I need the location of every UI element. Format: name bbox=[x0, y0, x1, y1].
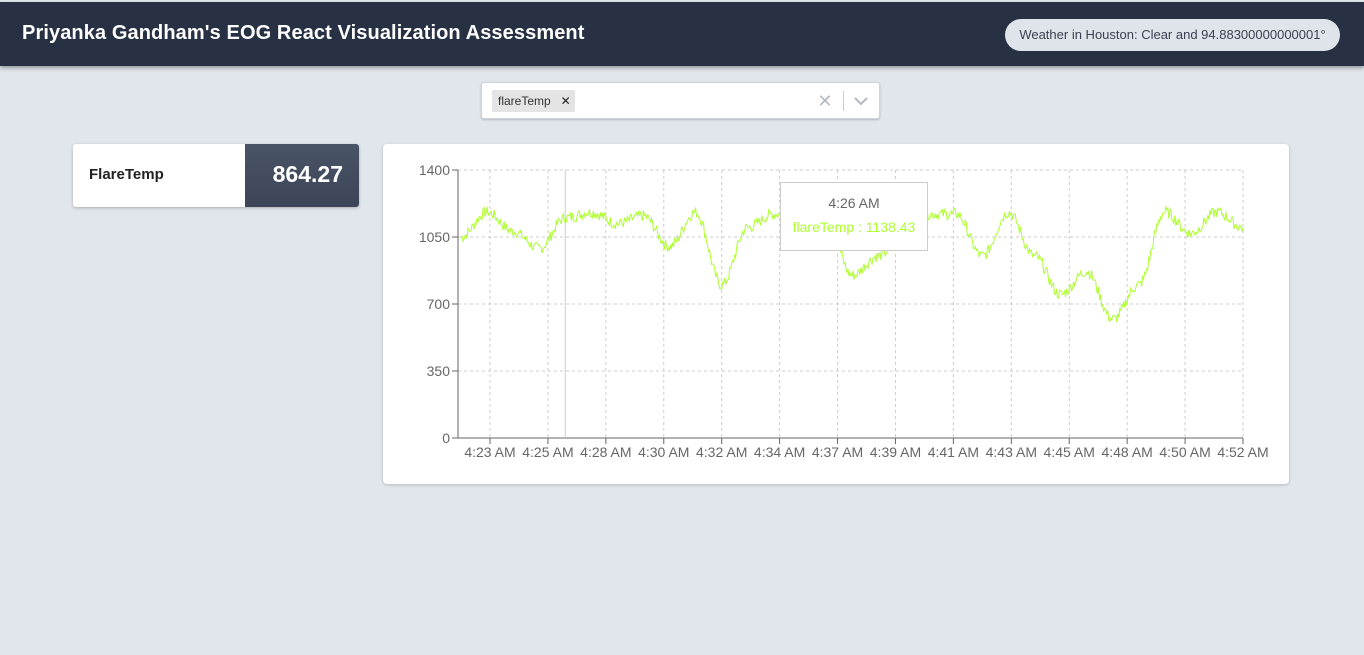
chart-tooltip: 4:26 AM flareTemp : 1138.43 bbox=[780, 182, 928, 251]
clear-icon[interactable]: ✕ bbox=[815, 90, 835, 112]
y-tick-label: 1050 bbox=[419, 229, 450, 245]
x-tick-label: 4:34 AM bbox=[754, 444, 805, 460]
app-header: Priyanka Gandham's EOG React Visualizati… bbox=[0, 2, 1364, 66]
close-icon[interactable]: ✕ bbox=[557, 90, 575, 112]
x-tick-label: 4:43 AM bbox=[986, 444, 1037, 460]
selected-metric-label: flareTemp bbox=[498, 94, 551, 108]
x-tick-label: 4:41 AM bbox=[928, 444, 979, 460]
metric-card: FlareTemp 864.27 bbox=[73, 144, 359, 207]
metric-select[interactable]: flareTemp ✕ ✕ bbox=[481, 82, 880, 119]
y-tick-label: 350 bbox=[427, 363, 451, 379]
x-tick-label: 4:45 AM bbox=[1044, 444, 1095, 460]
app-title: Priyanka Gandham's EOG React Visualizati… bbox=[22, 22, 585, 44]
x-tick-label: 4:37 AM bbox=[812, 444, 863, 460]
x-tick-label: 4:30 AM bbox=[638, 444, 689, 460]
chevron-down-icon[interactable] bbox=[850, 91, 872, 111]
x-tick-label: 4:39 AM bbox=[870, 444, 921, 460]
x-tick-label: 4:50 AM bbox=[1159, 444, 1210, 460]
x-tick-label: 4:32 AM bbox=[696, 444, 747, 460]
y-tick-label: 0 bbox=[442, 430, 450, 446]
tooltip-time: 4:26 AM bbox=[828, 195, 880, 211]
metric-value: 864.27 bbox=[272, 161, 343, 187]
x-tick-label: 4:25 AM bbox=[522, 444, 573, 460]
metric-name: FlareTemp bbox=[89, 166, 164, 183]
y-tick-label: 700 bbox=[427, 296, 451, 312]
x-tick-label: 4:23 AM bbox=[464, 444, 515, 460]
chart-card: 0 350 700 1050 1400 4:23 AM 4:25 AM 4:28 AM 4:30… bbox=[383, 144, 1289, 484]
selected-metric-chip: flareTemp ✕ bbox=[492, 90, 575, 112]
y-tick-label: 1400 bbox=[419, 162, 450, 178]
tooltip-value: flareTemp : 1138.43 bbox=[792, 219, 916, 235]
x-tick-label: 4:28 AM bbox=[580, 444, 631, 460]
select-separator bbox=[843, 91, 844, 111]
metric-value-box: 864.27 bbox=[245, 144, 359, 207]
x-tick-label: 4:52 AM bbox=[1217, 444, 1268, 460]
weather-chip: Weather in Houston: Clear and 94.8830000… bbox=[1005, 19, 1340, 51]
x-tick-label: 4:48 AM bbox=[1101, 444, 1152, 460]
